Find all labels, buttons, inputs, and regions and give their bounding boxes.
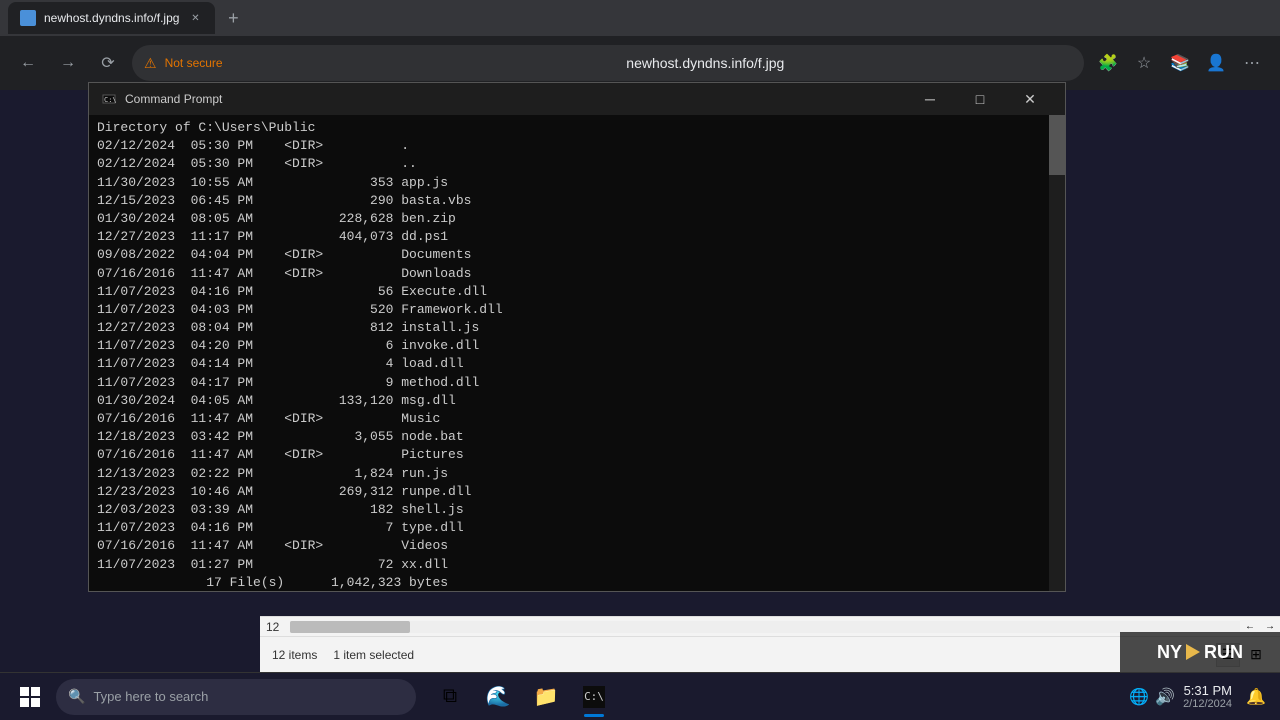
address-bar[interactable]: ⚠ Not secure newhost.dyndns.info/f.jpg (132, 45, 1084, 81)
cmd-line: 12/27/2023 08:04 PM 812 install.js (97, 319, 1057, 337)
cmd-window: C:\ Command Prompt ─ □ ✕ Directory of C:… (88, 82, 1066, 592)
new-tab-button[interactable]: + (219, 4, 247, 32)
system-clock[interactable]: 5:31 PM 2/12/2024 (1183, 683, 1232, 710)
cmd-line: 07/16/2016 11:47 AM <DIR> Videos (97, 537, 1057, 555)
cmd-line: 07/16/2016 11:47 AM <DIR> Music (97, 410, 1057, 428)
cmd-titlebar-icon: C:\ (101, 91, 117, 107)
items-count: 12 items (272, 648, 317, 662)
cmd-line: 11/07/2023 04:20 PM 6 invoke.dll (97, 337, 1057, 355)
cmd-header-line: Directory of C:\Users\Public (97, 119, 1057, 137)
cmd-line: 12/23/2023 10:46 AM 269,312 runpe.dll (97, 483, 1057, 501)
extensions-button[interactable]: 🧩 (1092, 47, 1124, 79)
cmd-output: 02/12/2024 05:30 PM <DIR> .02/12/2024 05… (97, 137, 1057, 591)
url-text: newhost.dyndns.info/f.jpg (626, 55, 1072, 71)
more-button[interactable]: ⋯ (1236, 47, 1268, 79)
collections-button[interactable]: 📚 (1164, 47, 1196, 79)
nav-actions: 🧩 ☆ 📚 👤 ⋯ (1092, 47, 1268, 79)
cmd-maximize-btn[interactable]: □ (957, 83, 1003, 115)
tray-icons: 🌐 🔊 (1129, 687, 1175, 707)
selected-count: 1 item selected (333, 648, 414, 662)
cmd-line: 02/12/2024 05:30 PM <DIR> .. (97, 155, 1057, 173)
taskbar-app-cmd[interactable]: C:\ (572, 675, 616, 719)
volume-icon[interactable]: 🔊 (1155, 687, 1175, 707)
profile-button[interactable]: 👤 (1200, 47, 1232, 79)
cmd-line: 11/07/2023 04:14 PM 4 load.dll (97, 355, 1057, 373)
cmd-line: 02/12/2024 05:30 PM <DIR> . (97, 137, 1057, 155)
taskview-icon: ⧉ (443, 685, 457, 708)
search-icon: 🔍 (68, 688, 85, 705)
favorites-button[interactable]: ☆ (1128, 47, 1160, 79)
logo-quad-2 (31, 687, 40, 696)
svg-text:C:\: C:\ (104, 96, 117, 104)
taskbar: 🔍 Type here to search ⧉ 🌊 📁 C:\ 🌐 🔊 5:31… (0, 672, 1280, 720)
tab-close-button[interactable]: ✕ (187, 10, 203, 26)
tab-bar: newhost.dyndns.info/f.jpg ✕ + (0, 0, 1280, 36)
cmd-scrollbar[interactable] (1049, 115, 1065, 591)
cmd-line: 12/15/2023 06:45 PM 290 basta.vbs (97, 192, 1057, 210)
cmd-icon-taskbar: C:\ (583, 686, 605, 708)
forward-button[interactable]: → (52, 47, 84, 79)
back-button[interactable]: ← (12, 47, 44, 79)
security-label: Not secure (165, 56, 611, 70)
cmd-body[interactable]: Directory of C:\Users\Public 02/12/2024 … (89, 115, 1065, 591)
taskbar-app-explorer[interactable]: 📁 (524, 675, 568, 719)
cmd-line: 12/18/2023 03:42 PM 3,055 node.bat (97, 428, 1057, 446)
security-icon: ⚠ (144, 55, 157, 72)
logo-quad-3 (20, 698, 29, 707)
clock-date: 2/12/2024 (1183, 698, 1232, 710)
cmd-line: 01/30/2024 08:05 AM 228,628 ben.zip (97, 210, 1057, 228)
taskbar-apps: ⧉ 🌊 📁 C:\ (428, 675, 616, 719)
cmd-scroll-thumb[interactable] (1049, 115, 1065, 175)
notification-button[interactable]: 🔔 (1240, 675, 1272, 719)
cmd-line: 11/30/2023 10:55 AM 353 app.js (97, 174, 1057, 192)
cmd-line: 11/07/2023 04:16 PM 56 Execute.dll (97, 283, 1057, 301)
cmd-line: 11/07/2023 04:16 PM 7 type.dll (97, 519, 1057, 537)
hscroll-track[interactable] (290, 621, 1240, 633)
anyrun-watermark: NY RUN (1120, 632, 1280, 672)
taskbar-app-edge[interactable]: 🌊 (476, 675, 520, 719)
cmd-titlebar: C:\ Command Prompt ─ □ ✕ (89, 83, 1065, 115)
cmd-title-text: Command Prompt (125, 92, 899, 106)
cmd-line: 07/16/2016 11:47 AM <DIR> Downloads (97, 265, 1057, 283)
cmd-minimize-btn[interactable]: ─ (907, 83, 953, 115)
system-tray: 🌐 🔊 5:31 PM 2/12/2024 🔔 (1129, 675, 1272, 719)
active-tab[interactable]: newhost.dyndns.info/f.jpg ✕ (8, 2, 215, 34)
clock-time: 5:31 PM (1183, 683, 1232, 698)
anyrun-text: NY (1157, 642, 1182, 663)
taskbar-app-taskview[interactable]: ⧉ (428, 675, 472, 719)
fe-item-number: 12 (260, 620, 290, 634)
cmd-line: 11/07/2023 04:17 PM 9 method.dll (97, 374, 1057, 392)
explorer-icon: 📁 (534, 684, 559, 709)
cmd-line: 12/27/2023 11:17 PM 404,073 dd.ps1 (97, 228, 1057, 246)
cmd-line: 12/03/2023 03:39 AM 182 shell.js (97, 501, 1057, 519)
refresh-button[interactable]: ⟳ (92, 47, 124, 79)
cmd-window-buttons: ─ □ ✕ (907, 83, 1053, 115)
cmd-close-btn[interactable]: ✕ (1007, 83, 1053, 115)
cmd-line: 17 File(s) 1,042,323 bytes (97, 574, 1057, 591)
hscroll-thumb[interactable] (290, 621, 410, 633)
cmd-line: 12/13/2023 02:22 PM 1,824 run.js (97, 465, 1057, 483)
windows-logo (20, 687, 40, 707)
network-icon[interactable]: 🌐 (1129, 687, 1149, 707)
anyrun-play-icon (1186, 644, 1200, 660)
search-placeholder-text: Type here to search (93, 689, 208, 704)
cmd-line: 11/07/2023 04:03 PM 520 Framework.dll (97, 301, 1057, 319)
cmd-line: 01/30/2024 04:05 AM 133,120 msg.dll (97, 392, 1057, 410)
browser-chrome: newhost.dyndns.info/f.jpg ✕ + ← → ⟳ ⚠ No… (0, 0, 1280, 90)
edge-icon: 🌊 (486, 684, 511, 709)
tab-favicon (20, 10, 36, 26)
cmd-line: 09/08/2022 04:04 PM <DIR> Documents (97, 246, 1057, 264)
logo-quad-1 (20, 687, 29, 696)
logo-quad-4 (31, 698, 40, 707)
cmd-line: 11/07/2023 01:27 PM 72 xx.dll (97, 556, 1057, 574)
anyrun-suffix: RUN (1204, 642, 1243, 663)
tab-title: newhost.dyndns.info/f.jpg (44, 11, 179, 25)
start-button[interactable] (8, 675, 52, 719)
taskbar-search[interactable]: 🔍 Type here to search (56, 679, 416, 715)
cmd-line: 07/16/2016 11:47 AM <DIR> Pictures (97, 446, 1057, 464)
